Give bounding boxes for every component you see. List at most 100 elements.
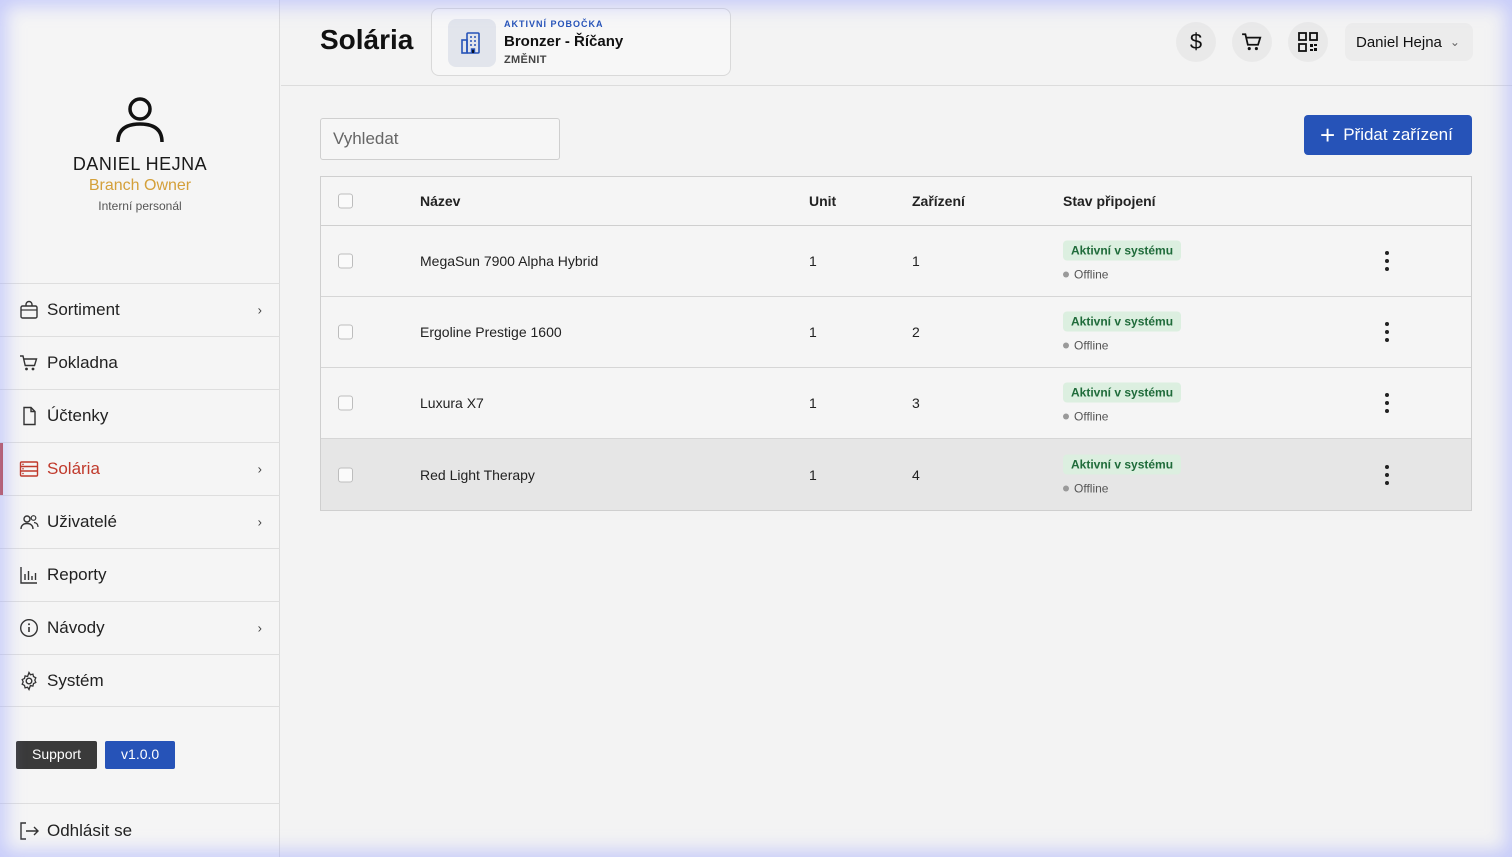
status-badge: Aktivní v systému [1063, 382, 1182, 403]
connection-label: Offline [1074, 338, 1109, 353]
chevron-right-icon: › [257, 620, 262, 636]
sidebar-item-uctenky[interactable]: Účtenky [0, 389, 280, 442]
currency-button[interactable]: $ [1176, 22, 1216, 62]
connection-label: Offline [1074, 267, 1109, 282]
row-name: Ergoline Prestige 1600 [420, 324, 562, 340]
chevron-right-icon: › [257, 461, 262, 477]
row-unit: 1 [809, 324, 817, 340]
connection-status: Offline [1063, 410, 1181, 424]
chevron-right-icon: › [257, 302, 262, 318]
column-status[interactable]: Stav připojení [1063, 193, 1156, 209]
status-badge: Aktivní v systému [1063, 240, 1182, 261]
branch-name: Bronzer - Říčany [504, 33, 624, 50]
info-icon [18, 617, 40, 639]
status-dot-icon [1063, 342, 1069, 349]
more-options-icon[interactable] [1377, 391, 1397, 415]
sidebar-item-label: Systém [47, 670, 104, 690]
sidebar-item-label: Uživatelé [47, 512, 117, 531]
column-device[interactable]: Zařízení [912, 193, 965, 209]
status-dot-icon [1063, 271, 1069, 278]
building-icon [448, 19, 496, 67]
sidebar-item-system[interactable]: Systém [0, 654, 280, 707]
cart-icon [18, 352, 40, 374]
cart-icon [1242, 33, 1262, 51]
gear-icon [18, 670, 40, 692]
solarium-icon [18, 458, 40, 480]
row-device: 1 [912, 253, 920, 269]
sidebar-item-navody[interactable]: Návody › [0, 601, 280, 654]
support-button[interactable]: Support [16, 741, 98, 769]
add-device-button[interactable]: + Přidat zařízení [1304, 115, 1472, 155]
sidebar-nav: Sortiment › Pokladna Účtenky Solária › U… [0, 283, 280, 707]
sidebar-item-label: Návody [47, 618, 105, 637]
bag-icon [18, 299, 40, 321]
user-avatar-icon [116, 97, 164, 143]
add-device-label: Přidat zařízení [1343, 125, 1453, 144]
column-unit[interactable]: Unit [809, 193, 836, 209]
dollar-icon: $ [1189, 29, 1203, 54]
cart-button[interactable] [1232, 22, 1272, 62]
qr-code-icon [1298, 32, 1318, 52]
row-status: Aktivní v systému Offline [1063, 454, 1182, 495]
row-checkbox[interactable] [338, 324, 353, 340]
sidebar-item-solaria[interactable]: Solária › [0, 442, 280, 495]
status-badge: Aktivní v systému [1063, 311, 1182, 332]
row-device: 2 [912, 324, 920, 340]
table-row[interactable]: MegaSun 7900 Alpha Hybrid 1 1 Aktivní v … [321, 226, 1471, 297]
row-checkbox[interactable] [338, 253, 353, 269]
top-header: Solária AKTIVNÍ POBOČKA Bronzer - Říčany… [281, 0, 1512, 86]
user-menu-name: Daniel Hejna [1356, 33, 1442, 51]
logout-icon [18, 820, 40, 842]
more-options-icon[interactable] [1377, 249, 1397, 273]
qr-button[interactable] [1288, 22, 1328, 62]
more-options-icon[interactable] [1377, 463, 1397, 487]
profile-type: Interní personál [98, 199, 182, 213]
sidebar: DANIEL HEJNA Branch Owner Interní person… [0, 0, 280, 857]
profile-card: DANIEL HEJNA Branch Owner Interní person… [0, 92, 280, 213]
devices-table: Název Unit Zařízení Stav připojení MegaS… [320, 176, 1472, 511]
status-dot-icon [1063, 485, 1069, 491]
row-device: 3 [912, 395, 920, 411]
sidebar-item-label: Sortiment [47, 300, 120, 319]
page-title: Solária [320, 24, 414, 55]
connection-status: Offline [1063, 339, 1181, 353]
select-all-checkbox[interactable] [338, 193, 353, 209]
sidebar-item-label: Reporty [47, 565, 107, 584]
search-input[interactable] [320, 118, 560, 160]
more-options-icon[interactable] [1377, 320, 1397, 344]
row-status: Aktivní v systému Offline [1063, 382, 1182, 424]
user-menu-button[interactable]: Daniel Hejna ⌄ [1345, 23, 1473, 61]
connection-status: Offline [1063, 481, 1181, 495]
table-header: Název Unit Zařízení Stav připojení [321, 177, 1471, 226]
row-checkbox[interactable] [338, 395, 353, 411]
row-checkbox[interactable] [338, 467, 353, 482]
table-row[interactable]: Luxura X7 1 3 Aktivní v systému Offline [321, 368, 1471, 439]
sidebar-item-reporty[interactable]: Reporty [0, 548, 280, 601]
sidebar-item-pokladna[interactable]: Pokladna [0, 336, 280, 389]
connection-label: Offline [1074, 409, 1109, 424]
users-icon [18, 511, 40, 533]
sidebar-badges: Support v1.0.0 [16, 741, 176, 769]
row-name: MegaSun 7900 Alpha Hybrid [420, 253, 599, 269]
version-badge: v1.0.0 [105, 741, 176, 769]
status-dot-icon [1063, 413, 1069, 420]
document-icon [18, 405, 40, 427]
row-status: Aktivní v systému Offline [1063, 311, 1182, 353]
chart-icon [18, 564, 40, 586]
sidebar-item-sortiment[interactable]: Sortiment › [0, 283, 280, 336]
row-name: Luxura X7 [420, 395, 484, 411]
row-unit: 1 [809, 466, 817, 483]
logout-button[interactable]: Odhlásit se [0, 803, 280, 857]
status-badge: Aktivní v systému [1063, 454, 1182, 474]
row-unit: 1 [809, 395, 817, 411]
active-branch-card[interactable]: AKTIVNÍ POBOČKA Bronzer - Říčany ZMĚNIT [431, 8, 731, 76]
row-name: Red Light Therapy [420, 466, 535, 483]
table-row[interactable]: Red Light Therapy 1 4 Aktivní v systému … [321, 439, 1471, 510]
table-row[interactable]: Ergoline Prestige 1600 1 2 Aktivní v sys… [321, 297, 1471, 368]
branch-change-link[interactable]: ZMĚNIT [504, 54, 547, 66]
connection-status: Offline [1063, 268, 1181, 282]
column-name[interactable]: Název [420, 193, 460, 209]
connection-label: Offline [1074, 481, 1109, 495]
chevron-right-icon: › [257, 514, 262, 530]
sidebar-item-uzivatele[interactable]: Uživatelé › [0, 495, 280, 548]
